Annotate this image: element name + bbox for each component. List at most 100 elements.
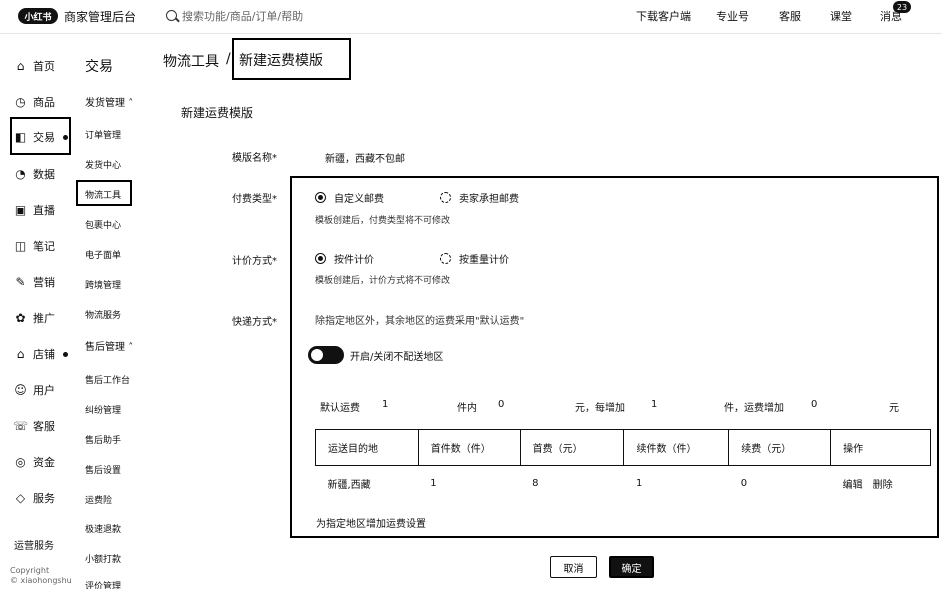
delete-link[interactable]: 删除 xyxy=(873,480,893,491)
nav-label: 店铺 xyxy=(33,348,55,361)
classroom-link[interactable]: 课堂 xyxy=(830,8,852,24)
nav-label: 营销 xyxy=(33,276,55,289)
extra-qty-cell[interactable]: 1 xyxy=(624,466,729,502)
radio-seller-pays[interactable]: 卖家承担邮费 xyxy=(440,190,519,205)
search-input[interactable] xyxy=(182,6,382,26)
sub-item-aftersale-settings[interactable]: 售后设置 xyxy=(85,463,121,476)
sub-item-shipping-insurance[interactable]: 运费险 xyxy=(85,493,112,506)
nav-label: 直播 xyxy=(33,204,55,217)
first-qty-input[interactable]: 1 xyxy=(382,399,388,410)
sub-item-package-center[interactable]: 包裹中心 xyxy=(85,218,121,231)
column-header: 续费（元） xyxy=(728,429,832,466)
sub-item-e-waybill[interactable]: 电子面单 xyxy=(85,248,121,261)
column-header: 操作 xyxy=(830,429,931,466)
marketing-icon: ✎ xyxy=(15,275,26,289)
radio-custom-postage[interactable]: 自定义邮费 xyxy=(315,190,384,205)
radio-unchecked-icon xyxy=(440,253,451,264)
extra-fee-cell[interactable]: 0 xyxy=(729,466,831,502)
nav-label: 首页 xyxy=(33,60,55,73)
page-title: 新建运费模版 xyxy=(239,53,323,69)
money-icon: ◎ xyxy=(15,455,26,469)
group-shipping-management[interactable]: 发货管理 ˄ xyxy=(85,94,133,109)
sub-item-order-management[interactable]: 订单管理 xyxy=(85,128,121,141)
nav-item-promotion[interactable]: ✿ 推广 xyxy=(14,308,55,328)
top-bar: 小红书 商家管理后台 下载客户端 专业号 客服 课堂 消息 23 xyxy=(0,0,942,34)
expand-dot-icon xyxy=(63,134,68,140)
nav-item-service[interactable]: ☏ 客服 xyxy=(13,416,55,436)
template-name-value[interactable]: 新疆，西藏不包邮 xyxy=(325,150,405,165)
book-icon: ◫ xyxy=(14,239,27,253)
actions-cell: 编辑 删除 xyxy=(831,466,931,502)
extra-fee-input[interactable]: 0 xyxy=(811,399,817,410)
nav-item-home[interactable]: ⌂ 首页 xyxy=(14,56,55,76)
nav-item-shop[interactable]: ⌂ 店铺 xyxy=(14,344,68,364)
nav-item-funds[interactable]: ◎ 资金 xyxy=(14,452,55,472)
chevron-up-icon: ˄ xyxy=(128,98,134,109)
no-delivery-region-toggle[interactable] xyxy=(308,346,344,364)
sub-item-logistics-tools[interactable]: 物流工具 xyxy=(85,188,121,201)
nav-item-data[interactable]: ◔ 数据 xyxy=(14,164,55,184)
pay-type-label: 付费类型* xyxy=(232,194,277,205)
app-title: 商家管理后台 xyxy=(64,10,137,24)
nav-item-marketing[interactable]: ✎ 营销 xyxy=(14,272,55,292)
live-icon: ▣ xyxy=(14,203,27,217)
cancel-button[interactable]: 取消 xyxy=(550,556,597,578)
sub-item-fast-refund[interactable]: 极速退款 xyxy=(85,522,121,535)
default-fee-label: 默认运费 xyxy=(320,403,360,414)
column-header: 首费（元） xyxy=(519,429,625,466)
table-row: 新疆,西藏 1 8 1 0 编辑 删除 xyxy=(316,466,931,502)
delivery-hint: 除指定地区外，其余地区的运费采用"默认运费" xyxy=(315,316,525,327)
radio-by-weight[interactable]: 按重量计价 xyxy=(440,251,509,266)
home-icon: ⌂ xyxy=(16,59,25,73)
nav-item-users[interactable]: ☺ 用户 xyxy=(14,380,55,400)
first-fee-input[interactable]: 0 xyxy=(498,399,504,410)
nav-label: 推广 xyxy=(33,312,55,325)
column-header: 首件数（件） xyxy=(417,429,521,466)
nav-item-notes[interactable]: ◫ 笔记 xyxy=(14,236,55,256)
sub-item-cross-border[interactable]: 跨境管理 xyxy=(85,278,121,291)
extra-qty-input[interactable]: 1 xyxy=(651,399,657,410)
nav-item-trade[interactable]: ◧ 交易 xyxy=(14,127,68,147)
sub-item-small-payment[interactable]: 小额打款 xyxy=(85,552,121,565)
edit-link[interactable]: 编辑 xyxy=(843,480,863,491)
sub-item-review-management[interactable]: 评价管理 xyxy=(85,579,121,589)
region-cell: 新疆,西藏 xyxy=(327,480,371,492)
pricing-label: 计价方式* xyxy=(232,256,277,267)
column-header: 运送目的地 xyxy=(315,429,419,466)
section-title: 新建运费模版 xyxy=(181,106,254,120)
nav-label: 交易 xyxy=(33,131,55,144)
customer-service-link[interactable]: 客服 xyxy=(779,8,801,24)
secondary-sidebar-title: 交易 xyxy=(85,59,113,75)
group-aftersale-management[interactable]: 售后管理 ˄ xyxy=(85,338,133,353)
nav-label: 笔记 xyxy=(33,240,55,253)
sub-item-dispute-management[interactable]: 纠纷管理 xyxy=(85,403,121,416)
first-qty-cell[interactable]: 1 xyxy=(418,466,520,502)
pricing-hint: 模板创建后，计价方式将不可修改 xyxy=(315,276,451,286)
confirm-button[interactable]: 确定 xyxy=(609,556,654,578)
breadcrumb-separator: / xyxy=(226,51,231,67)
radio-unchecked-icon xyxy=(440,192,451,203)
message-count-badge: 23 xyxy=(893,1,911,13)
first-fee-cell[interactable]: 8 xyxy=(520,466,624,502)
operations-service-link[interactable]: 运营服务 xyxy=(14,537,54,552)
nav-item-services[interactable]: ◇ 服务 xyxy=(14,488,55,508)
breadcrumb-parent[interactable]: 物流工具 xyxy=(163,51,219,71)
sub-item-aftersale-assistant[interactable]: 售后助手 xyxy=(85,433,121,446)
download-client-link[interactable]: 下载客户端 xyxy=(636,8,691,24)
nav-item-products[interactable]: ◷ 商品 xyxy=(14,92,55,112)
pro-account-link[interactable]: 专业号 xyxy=(716,8,749,24)
chart-icon: ◔ xyxy=(15,167,26,181)
nav-item-live[interactable]: ▣ 直播 xyxy=(14,200,55,220)
sub-item-shipping-center[interactable]: 发货中心 xyxy=(85,158,121,171)
sub-item-aftersale-workbench[interactable]: 售后工作台 xyxy=(85,373,130,386)
sub-item-logistics-service[interactable]: 物流服务 xyxy=(85,308,121,321)
service-icon: ☏ xyxy=(13,419,29,433)
radio-checked-icon xyxy=(315,192,326,203)
unit-label: 件，运费增加 xyxy=(724,403,784,414)
brand-logo[interactable]: 小红书 xyxy=(18,8,58,24)
nav-label: 用户 xyxy=(33,384,55,397)
radio-by-piece[interactable]: 按件计价 xyxy=(315,251,374,266)
unit-label: 元 xyxy=(889,403,899,414)
nav-label: 客服 xyxy=(33,420,55,433)
add-region-fee-link[interactable]: 为指定地区增加运费设置 xyxy=(316,515,426,530)
